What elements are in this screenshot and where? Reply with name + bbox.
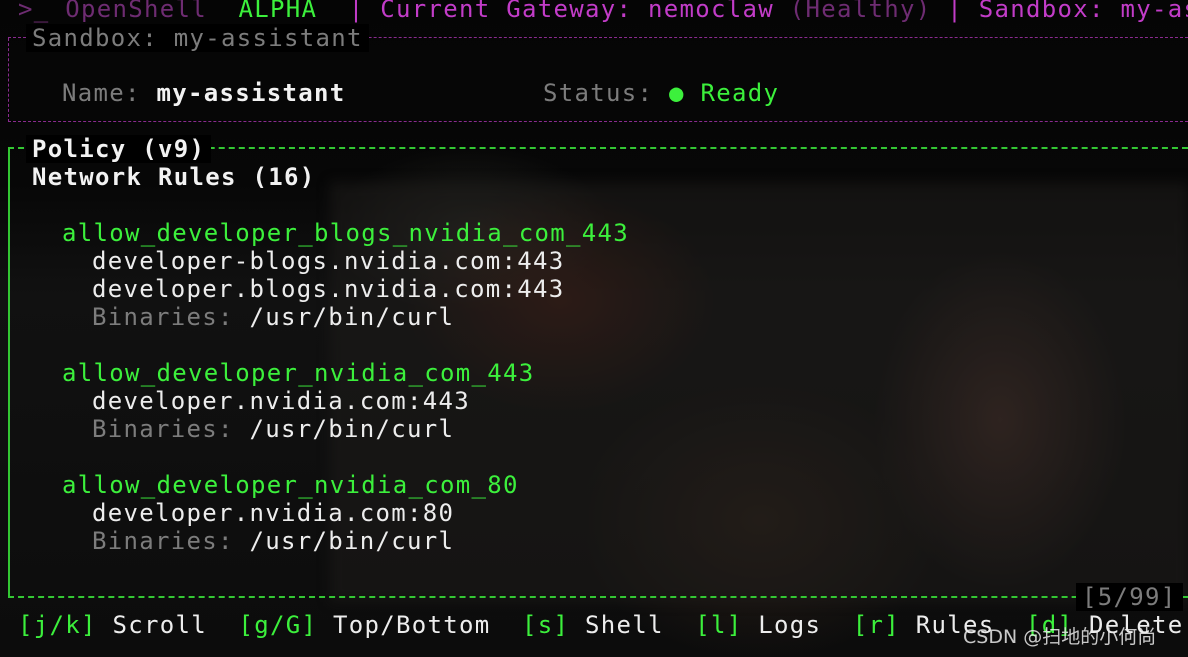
rule-name[interactable]: allow_developer_blogs_nvidia_com_443 — [62, 219, 629, 247]
rule-name[interactable]: allow_developer_nvidia_com_443 — [62, 359, 534, 387]
rule-endpoint: developer.blogs.nvidia.com:443 — [92, 275, 565, 303]
prompt-icon: >_ — [18, 0, 50, 23]
sandbox-name[interactable]: my-assis — [1121, 0, 1188, 23]
status-label: Status: — [543, 79, 654, 107]
scroll-position: [5/99] — [1076, 583, 1183, 611]
key-action[interactable]: Shell — [585, 611, 664, 639]
name-label: Name: — [62, 79, 141, 107]
status-value: Ready — [700, 79, 780, 107]
binaries-value: /usr/bin/curl — [249, 415, 455, 443]
sandbox-panel-title: Sandbox: my-assistant — [26, 24, 369, 52]
rule-endpoint: developer.nvidia.com:443 — [92, 387, 470, 415]
rule-name[interactable]: allow_developer_nvidia_com_80 — [62, 471, 519, 499]
alpha-badge: ALPHA — [238, 0, 318, 23]
key-hint: [j/k] — [18, 611, 97, 639]
header-separator: | — [348, 0, 365, 23]
rule-binaries: Binaries: /usr/bin/curl — [92, 415, 454, 443]
gateway-name[interactable]: nemoclaw — [648, 0, 774, 23]
rule-endpoint: developer-blogs.nvidia.com:443 — [92, 247, 565, 275]
binaries-label: Binaries: — [92, 303, 234, 331]
binaries-value: /usr/bin/curl — [249, 527, 455, 555]
binaries-label: Binaries: — [92, 415, 234, 443]
app-name: OpenShell — [65, 0, 207, 23]
watermark: CSDN @扫地的小何尚 — [963, 626, 1157, 648]
network-rules-heading: Network Rules (16) — [32, 163, 316, 191]
key-hint: [g/G] — [238, 611, 318, 639]
sandbox-label: Sandbox: — [978, 0, 1105, 23]
header-separator: | — [947, 0, 963, 23]
key-action[interactable]: Scroll — [113, 611, 208, 639]
gateway-status: (Healthy) — [789, 0, 932, 23]
rule-binaries: Binaries: /usr/bin/curl — [92, 527, 454, 555]
sandbox-info-row: Name: my-assistant — [62, 79, 346, 107]
key-hint: [r] — [852, 611, 900, 639]
key-hint: [s] — [522, 611, 570, 639]
key-action[interactable]: Logs — [758, 611, 821, 639]
status-row: Status: ● Ready — [543, 79, 779, 107]
binaries-label: Binaries: — [92, 527, 234, 555]
header-bar: >_ OpenShell ALPHA | Current Gateway: ne… — [18, 0, 1188, 23]
status-dot-icon: ● — [669, 79, 685, 107]
name-value: my-assistant — [156, 79, 346, 107]
gateway-label: Current Gateway: — [380, 0, 633, 23]
rule-binaries: Binaries: /usr/bin/curl — [92, 303, 454, 331]
rule-endpoint: developer.nvidia.com:80 — [92, 499, 455, 527]
policy-panel-title: Policy (v9) — [26, 135, 212, 163]
binaries-value: /usr/bin/curl — [249, 303, 455, 331]
key-action[interactable]: Top/Bottom — [333, 611, 491, 639]
key-hint: [l] — [695, 611, 743, 639]
